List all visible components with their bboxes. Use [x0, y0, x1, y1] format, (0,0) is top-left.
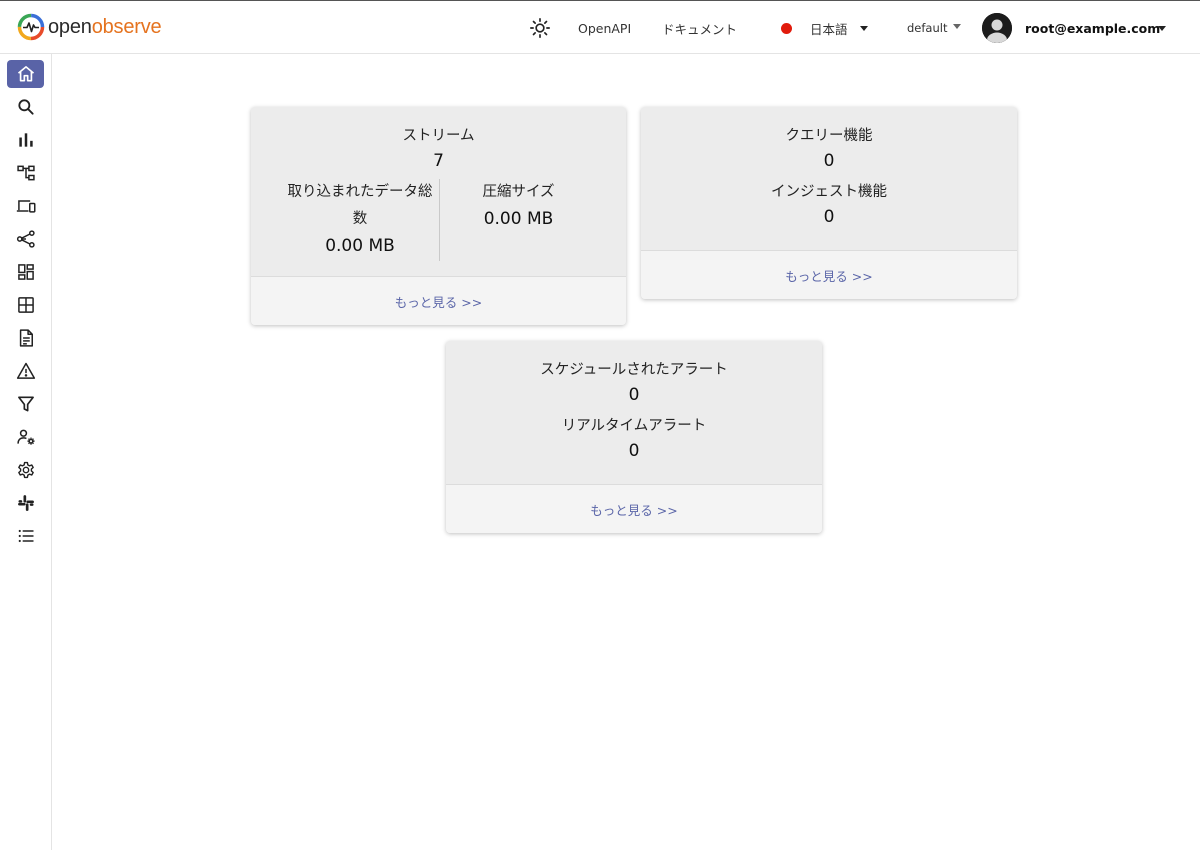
openapi-link[interactable]: OpenAPI [578, 1, 631, 55]
hierarchy-icon [16, 165, 35, 181]
functions-card-footer: もっと見る >> [641, 250, 1017, 299]
sidebar-item-dashboards[interactable] [7, 258, 44, 286]
scheduled-alerts-value: 0 [628, 385, 640, 405]
sidebar-item-iam[interactable] [7, 423, 44, 451]
organization-label: default [907, 21, 948, 35]
streams-card-footer: もっと見る >> [251, 276, 626, 325]
sidebar-item-reports[interactable] [7, 324, 44, 352]
list-icon [18, 529, 33, 543]
user-settings-icon [16, 429, 34, 445]
realtime-alerts-value: 0 [628, 441, 640, 461]
gear-icon [17, 461, 34, 479]
document-icon [19, 329, 33, 347]
streams-title: ストリーム [402, 128, 475, 144]
compressed-size-block: 圧縮サイズ 0.00 MB [441, 179, 596, 233]
user-menu-button[interactable] [1158, 1, 1166, 55]
streams-card: ストリーム 7 取り込まれたデータ総数 0.00 MB 圧縮サイズ 0.00 M… [251, 107, 626, 325]
realtime-alerts-label: リアルタイムアラート [561, 418, 707, 434]
share-icon [16, 230, 35, 248]
slack-icon [17, 495, 34, 511]
chevron-down-icon [1158, 25, 1166, 31]
query-functions-value: 0 [823, 151, 835, 171]
sidebar-item-traces[interactable] [7, 159, 44, 187]
alerts-card-footer: もっと見る >> [446, 484, 822, 533]
ingested-data-value: 0.00 MB [325, 236, 395, 256]
logo-text: openobserve [48, 15, 162, 39]
sidebar-item-metrics[interactable] [7, 126, 44, 154]
language-flag-icon [781, 22, 792, 34]
user-avatar-icon [982, 13, 1012, 43]
sidebar-item-pipelines[interactable] [7, 225, 44, 253]
ingest-functions-value: 0 [823, 207, 835, 227]
ingest-functions-label: インジェスト機能 [771, 184, 887, 200]
ingested-data-block: 取り込まれたデータ総数 0.00 MB [281, 179, 439, 260]
devices-icon [16, 200, 35, 213]
compressed-size-label: 圧縮サイズ [482, 184, 555, 200]
query-functions-label: クエリー機能 [785, 128, 873, 144]
streams-see-more-link[interactable]: もっと見る >> [395, 292, 482, 311]
sun-icon [530, 18, 550, 38]
warning-icon [16, 362, 35, 379]
avatar[interactable] [982, 13, 1012, 43]
docs-link[interactable]: ドキュメント [662, 1, 737, 55]
logo-text-open: open [48, 15, 92, 38]
sidebar-item-slack[interactable] [7, 489, 44, 517]
dashboard-icon [17, 264, 34, 280]
openobserve-logo-icon [17, 13, 45, 41]
chevron-down-icon [953, 24, 962, 29]
top-header: openobserve OpenAPI ドキュメント 日本語 default r… [0, 0, 1200, 54]
stats-divider [439, 179, 440, 261]
bar-chart-icon [18, 133, 33, 147]
sidebar-item-rum[interactable] [7, 192, 44, 220]
table-grid-icon [17, 297, 34, 313]
sidebar-item-functions[interactable] [7, 390, 44, 418]
sidebar-item-alerts[interactable] [7, 357, 44, 385]
compressed-size-value: 0.00 MB [483, 209, 554, 229]
chevron-down-icon [859, 25, 868, 31]
search-icon [17, 99, 34, 115]
home-icon [17, 66, 34, 82]
logo-text-observe: observe [91, 15, 162, 38]
alerts-card: スケジュールされたアラート 0 リアルタイムアラート 0 もっと見る >> [446, 341, 822, 533]
theme-toggle-button[interactable] [527, 1, 553, 55]
user-email[interactable]: root@example.com [1025, 1, 1160, 55]
filter-icon [17, 396, 34, 412]
functions-see-more-link[interactable]: もっと見る >> [785, 266, 872, 285]
language-selector[interactable]: 日本語 [781, 1, 868, 55]
language-label: 日本語 [810, 21, 848, 37]
functions-card: クエリー機能 0 インジェスト機能 0 もっと見る >> [641, 107, 1017, 299]
ingested-data-label: 取り込まれたデータ総数 [287, 184, 433, 227]
organization-selector[interactable]: default [907, 1, 962, 55]
sidebar-item-settings[interactable] [7, 456, 44, 484]
sidebar-item-about[interactable] [7, 522, 44, 550]
sidebar-item-streams[interactable] [7, 291, 44, 319]
scheduled-alerts-label: スケジュールされたアラート [540, 362, 728, 378]
sidebar [0, 54, 52, 850]
sidebar-item-home[interactable] [7, 60, 44, 88]
alerts-see-more-link[interactable]: もっと見る >> [590, 500, 677, 519]
logo[interactable]: openobserve [17, 13, 162, 41]
streams-count: 7 [433, 151, 444, 171]
sidebar-item-search[interactable] [7, 93, 44, 121]
